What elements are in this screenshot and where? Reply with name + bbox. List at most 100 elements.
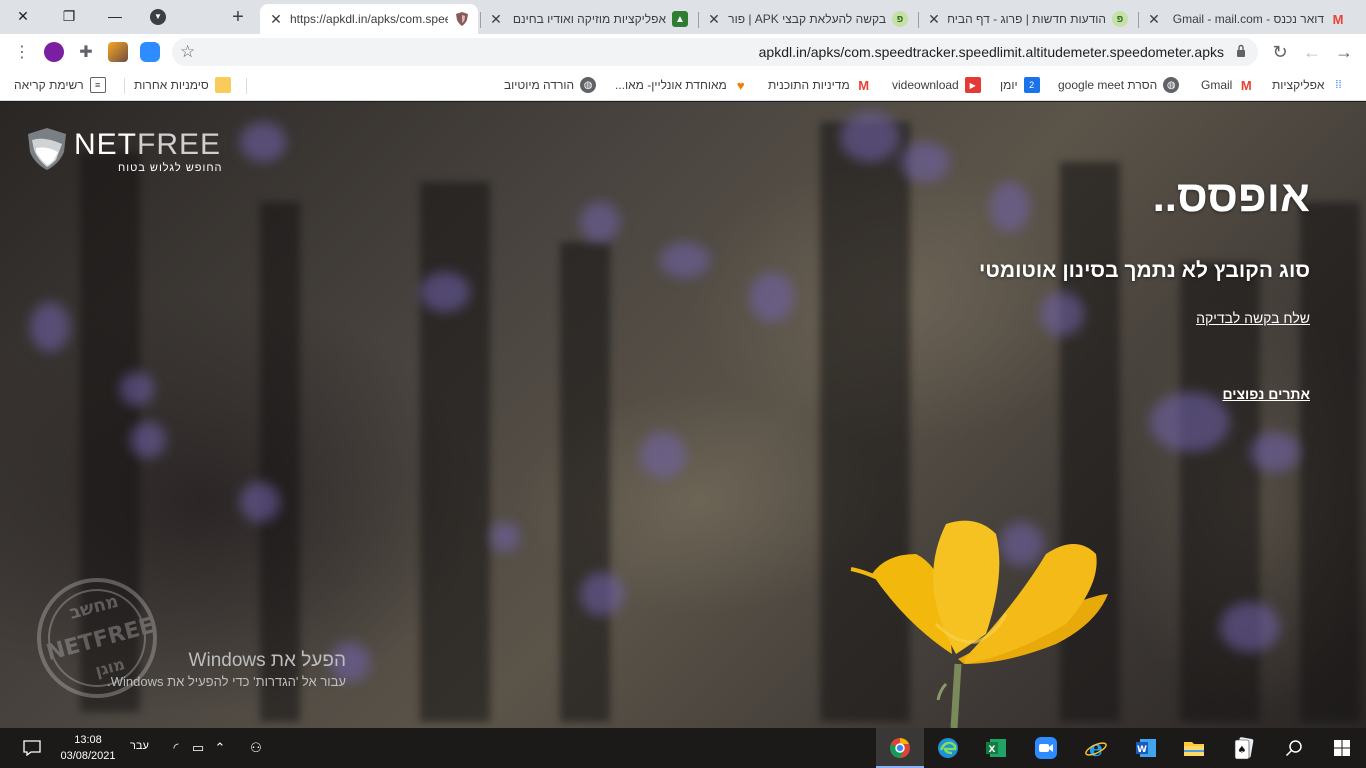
notification-icon — [23, 740, 41, 756]
netfree-shield-logo-icon — [28, 128, 66, 170]
tab-title: https://apkdl.in/apks/com.speedtracker — [290, 12, 448, 26]
bookmark-meuhedet[interactable]: ♥ מאוחדת אונליין- מאו... — [615, 76, 749, 94]
extension-image-button[interactable] — [108, 42, 128, 62]
folder-icon — [214, 77, 231, 93]
word-icon: W — [1136, 739, 1156, 757]
svg-text:W: W — [1137, 745, 1147, 755]
edge-icon — [938, 738, 958, 758]
netfree-shield-icon — [454, 11, 470, 27]
send-request-link[interactable]: שלח בקשה לבדיקה — [1196, 310, 1310, 326]
system-clock[interactable]: 13:08 03/08/2021 — [52, 732, 124, 764]
logo-wordmark: NETFREE — [74, 128, 222, 161]
tab-apk-request[interactable]: ✕ בקשה להעלאת קבצי APK | פורום פ — [698, 4, 916, 34]
restore-icon: ❐ — [62, 7, 76, 24]
show-hidden-icons-button[interactable]: ⌃ — [206, 734, 234, 762]
tab-close-icon[interactable]: ✕ — [1146, 11, 1162, 28]
internet-explorer-icon: e — [1085, 736, 1107, 760]
tab-close-icon[interactable]: ✕ — [926, 11, 942, 28]
close-icon: ✕ — [17, 7, 29, 24]
tab-apkdl[interactable]: ✕ https://apkdl.in/apks/com.speedtracker — [260, 4, 478, 34]
extensions-button[interactable]: ✚ — [74, 40, 98, 64]
window-minimize-button[interactable]: — — [92, 0, 138, 32]
chevron-up-icon: ⌃ — [214, 740, 226, 755]
gmail-icon: M — [858, 77, 870, 93]
bookmark-remove-meet[interactable]: ◍ הסרת google meet — [1058, 76, 1180, 94]
extension-purple-button[interactable] — [44, 42, 64, 62]
page-heading: אופסס.. — [1152, 172, 1310, 221]
tab-music-apps[interactable]: ✕ אפליקציות מוזיקה ואודיו בחינם ▲ — [480, 4, 696, 34]
tab-prog-news[interactable]: ✕ הודעות חדשות | פרוג - דף הבית פ — [918, 4, 1136, 34]
tab-title: אפליקציות מוזיקה ואודיו בחינם — [512, 12, 666, 26]
search-icon — [1285, 740, 1302, 757]
page-subheading: סוג הקובץ לא נתמך בסינון אוטומטי — [979, 259, 1310, 282]
windows-activation-watermark: הפעל את Windows עבור אל 'הגדרות' כדי להפ… — [107, 650, 346, 689]
taskbar-excel[interactable]: X — [980, 732, 1012, 764]
svg-text:e: e — [1089, 736, 1103, 760]
globe-icon: ◍ — [1163, 77, 1180, 93]
bookmark-calendar[interactable]: 2 יומן — [1000, 76, 1040, 94]
wifi-icon: ◜ — [173, 740, 179, 755]
chrome-profile-icon — [890, 738, 910, 758]
forward-button[interactable]: ← — [1300, 40, 1324, 64]
other-bookmarks-button[interactable]: סימניות אחרות — [134, 76, 231, 94]
netfree-logo: NETFREE החופש לגלוש בטוח — [26, 126, 226, 178]
arrow-right-icon: ← — [1303, 41, 1321, 62]
taskbar-solitaire[interactable]: ♠ — [1228, 732, 1260, 764]
popular-sites-link[interactable]: אתרים נפוצים — [1222, 386, 1310, 402]
url-text: apkdl.in/apks/com.speedtracker.speedlimi… — [758, 44, 1224, 60]
input-language-indicator[interactable]: עבר — [130, 740, 149, 752]
action-center-button[interactable] — [18, 734, 46, 762]
excel-icon: X — [986, 739, 1006, 757]
taskbar-word[interactable]: W — [1130, 732, 1162, 764]
cards-icon: ♠ — [1234, 737, 1254, 760]
start-button[interactable] — [1328, 734, 1356, 762]
bookmark-gmail[interactable]: M Gmail — [1201, 76, 1254, 94]
taskbar-file-explorer[interactable] — [1178, 732, 1210, 764]
kebab-menu-icon: ⋮ — [14, 44, 30, 61]
menu-button[interactable]: ⋮ — [10, 40, 34, 64]
zoom-extension-button[interactable] — [140, 42, 160, 62]
address-bar[interactable]: ☆ apkdl.in/apks/com.speedtracker.speedli… — [172, 38, 1258, 66]
window-restore-button[interactable]: ❐ — [46, 0, 92, 32]
plus-icon: + — [232, 6, 244, 28]
gmail-icon: M — [1332, 11, 1344, 27]
bookmark-youtube-download[interactable]: ◍ הורדה מיוטיוב — [504, 76, 597, 94]
tab-strip: ✕ ❐ — ▼ + ✕ https://apkdl.in/apks/com.sp… — [0, 0, 1366, 34]
zoom-icon — [1035, 737, 1057, 759]
window-close-button[interactable]: ✕ — [0, 0, 46, 32]
new-tab-button[interactable]: + — [226, 6, 250, 30]
back-button[interactable]: → — [1332, 40, 1356, 64]
reading-list-button[interactable]: ≡ רשימת קריאה — [14, 76, 106, 94]
minimize-icon: — — [108, 8, 122, 24]
puzzle-icon: ✚ — [79, 44, 93, 61]
taskbar-chrome[interactable] — [884, 732, 916, 764]
people-button[interactable]: ⚇ — [242, 734, 270, 762]
taskbar-internet-explorer[interactable]: e — [1080, 732, 1112, 764]
logo-tagline: החופש לגלוש בטוח — [118, 162, 223, 174]
windows-logo-icon — [1334, 740, 1350, 756]
globe-icon: ◍ — [580, 77, 597, 93]
netfree-block-page: NETFREE החופש לגלוש בטוח אופסס.. סוג הקו… — [0, 102, 1366, 728]
bookmark-program-policy[interactable]: M מדיניות התוכנית — [768, 76, 872, 94]
prog-icon: פ — [892, 11, 908, 27]
tab-close-icon[interactable]: ✕ — [706, 11, 722, 28]
reload-button[interactable]: ↻ — [1268, 40, 1292, 64]
calendar-icon: 2 — [1023, 77, 1040, 93]
taskbar-edge[interactable] — [932, 732, 964, 764]
tab-search-button[interactable]: ▼ — [150, 9, 166, 25]
bookmark-apps[interactable]: ⁞⁞ אפליקציות — [1272, 76, 1346, 94]
bookmark-videownload[interactable]: ▶ videownload — [892, 76, 981, 94]
svg-text:X: X — [989, 745, 996, 755]
lock-icon[interactable] — [1236, 44, 1246, 58]
tab-close-icon[interactable]: ✕ — [488, 11, 504, 28]
tab-title: הודעות חדשות | פרוג - דף הבית — [948, 12, 1106, 26]
bookmark-star-icon[interactable]: ☆ — [180, 42, 195, 62]
reading-list-icon: ≡ — [89, 77, 106, 93]
reload-icon: ↻ — [1272, 41, 1288, 62]
bookmarks-bar: ≡ רשימת קריאה סימניות אחרות ◍ הורדה מיוט… — [0, 70, 1366, 101]
tab-close-icon[interactable]: ✕ — [268, 11, 284, 28]
battery-icon: ▭ — [191, 740, 205, 755]
search-button[interactable] — [1280, 734, 1308, 762]
tab-gmail[interactable]: ✕ דואר נכנס - Gmail - mail.com M — [1138, 4, 1354, 34]
taskbar-zoom[interactable] — [1030, 732, 1062, 764]
